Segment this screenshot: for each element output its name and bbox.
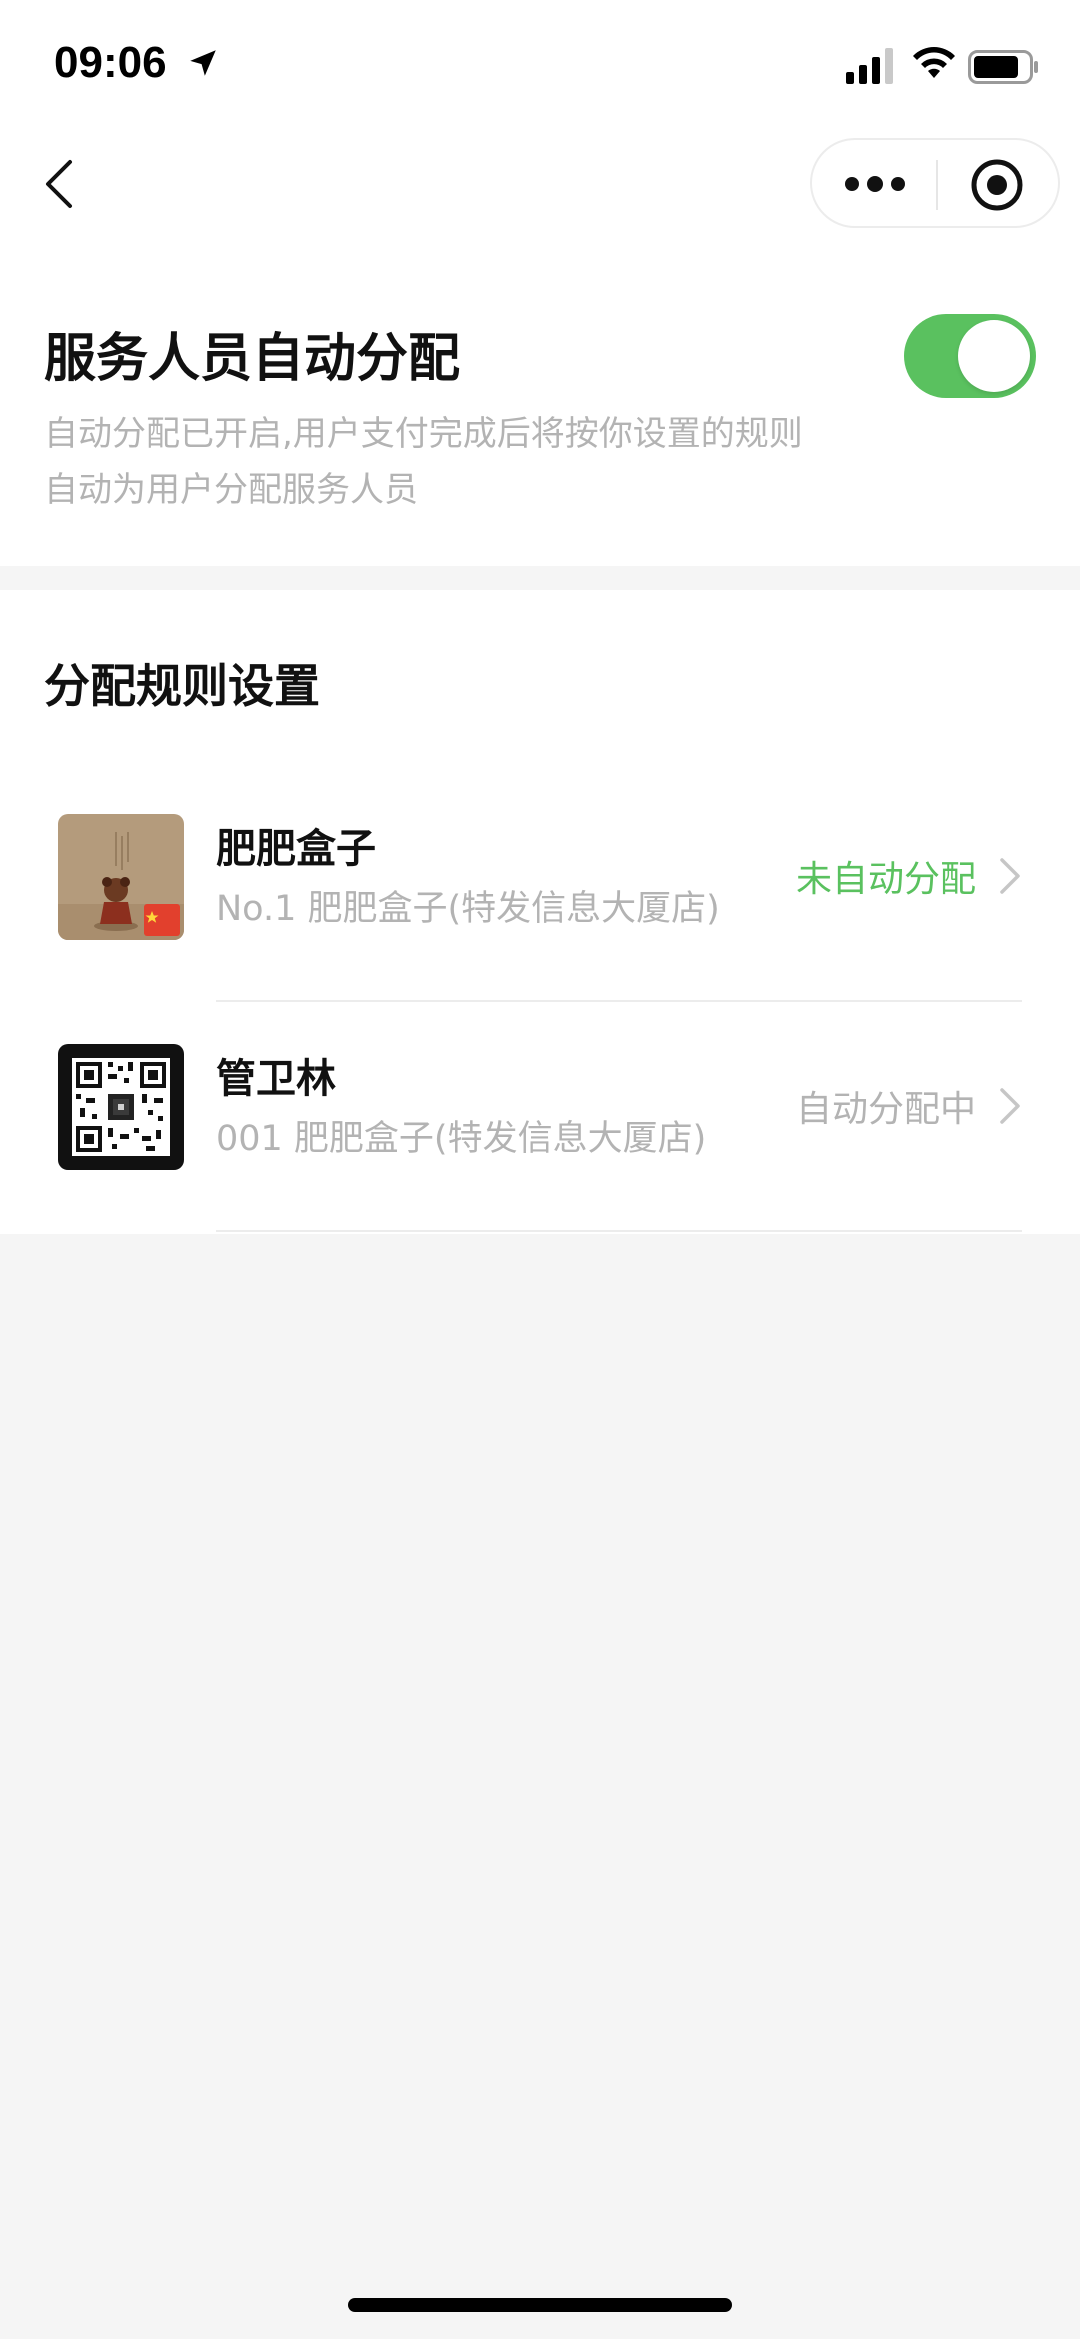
page: 09:06 服务人员自动分配 自动分配已开启,用户支付完成后将按你设置的规则自动…: [0, 0, 1080, 2339]
mini-program-capsule: [810, 138, 1060, 228]
auto-assign-description: 自动分配已开启,用户支付完成后将按你设置的规则自动为用户分配服务人员: [44, 414, 803, 510]
toggle-knob: [958, 320, 1030, 392]
back-chevron-icon[interactable]: [36, 154, 86, 214]
rule-row[interactable]: 管卫林 001 肥肥盒子(特发信息大厦店) 自动分配中: [0, 1002, 1080, 1232]
close-target-icon[interactable]: [970, 158, 1024, 212]
avatar: [58, 814, 184, 940]
auto-assign-section: 服务人员自动分配 自动分配已开启,用户支付完成后将按你设置的规则自动为用户分配服…: [0, 240, 1080, 566]
rule-row[interactable]: 肥肥盒子 No.1 肥肥盒子(特发信息大厦店) 未自动分配: [0, 772, 1080, 1002]
chevron-right-icon: [1000, 858, 1020, 894]
status-bar: 09:06: [0, 0, 1080, 130]
auto-assign-title: 服务人员自动分配: [44, 329, 461, 389]
rule-status: 未自动分配: [795, 859, 976, 900]
wifi-icon: [913, 47, 955, 78]
status-time: 09:06: [54, 38, 167, 87]
capsule-divider: [936, 160, 938, 210]
auto-assign-toggle[interactable]: [904, 314, 1036, 398]
nav-bar: [0, 130, 1080, 240]
home-indicator: [348, 2298, 732, 2312]
rule-store: 001 肥肥盒子(特发信息大厦店): [216, 1119, 707, 1159]
battery-icon: [968, 50, 1038, 84]
rules-section: 分配规则设置 肥肥盒子 No.1 肥肥盒子(特发信息大厦店) 未自动分配 管卫林…: [0, 590, 1080, 1234]
rule-status: 自动分配中: [795, 1089, 976, 1130]
avatar: [58, 1044, 184, 1170]
chevron-right-icon: [1000, 1088, 1020, 1124]
rule-name: 管卫林: [216, 1056, 336, 1102]
rule-name: 肥肥盒子: [216, 826, 376, 872]
rules-title: 分配规则设置: [44, 659, 320, 713]
location-arrow-icon: [190, 50, 216, 76]
cellular-signal-icon: [846, 48, 893, 84]
more-dots-icon[interactable]: [842, 166, 908, 202]
rule-store: No.1 肥肥盒子(特发信息大厦店): [216, 889, 720, 929]
row-divider: [216, 1230, 1022, 1232]
